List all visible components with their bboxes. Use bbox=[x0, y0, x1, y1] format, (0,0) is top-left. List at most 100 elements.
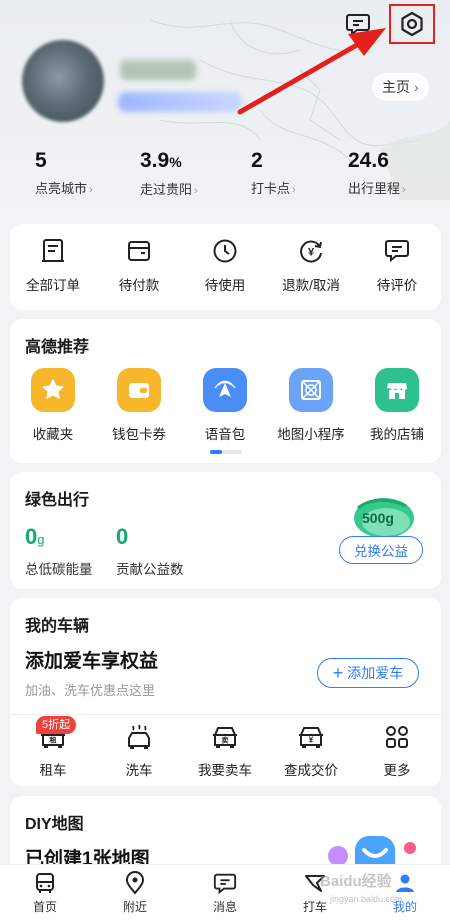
stat-value: 2 bbox=[251, 149, 263, 172]
energy-label: 总低碳能量 bbox=[25, 562, 93, 577]
stat-mileage[interactable]: 24.6 出行里程 › bbox=[348, 148, 406, 197]
comment-icon bbox=[385, 240, 409, 263]
order-refund[interactable]: ¥ 退款/取消 bbox=[268, 238, 354, 294]
bus-home-icon bbox=[36, 873, 54, 893]
energy-number: 0 bbox=[25, 524, 38, 549]
sell-glyph: 卖 bbox=[222, 736, 229, 745]
settings-button[interactable] bbox=[389, 4, 435, 44]
chevron-right-icon: › bbox=[414, 79, 419, 95]
tab-label: 我的 bbox=[392, 900, 417, 914]
rec-voice-pack[interactable]: 语音包 bbox=[182, 368, 268, 443]
plus-icon: + bbox=[332, 663, 344, 683]
bottom-tab-bar: 首页 附近 消息 打车 我的 bbox=[0, 864, 450, 920]
stat-label: 走过贵阳 bbox=[140, 182, 193, 197]
service-car-wash[interactable]: 洗车 bbox=[96, 723, 182, 779]
tab-taxi[interactable]: 打车 bbox=[270, 871, 360, 915]
stats-row: 5 点亮城市 › 3.9% 走过贵阳 › 2 打卡点 › 24.6 出行里程 › bbox=[0, 148, 450, 200]
car-price-icon: ¥ bbox=[299, 727, 323, 748]
voice-navigation-icon bbox=[203, 368, 247, 412]
order-list-icon bbox=[42, 239, 64, 262]
service-label: 更多 bbox=[383, 763, 411, 778]
message-icon bbox=[346, 14, 370, 36]
stat-value: 5 bbox=[35, 149, 47, 172]
page-indicator bbox=[210, 450, 242, 454]
green-travel-title: 绿色出行 bbox=[25, 492, 90, 509]
service-label: 租车 bbox=[39, 763, 67, 778]
stat-city-explored[interactable]: 3.9% 走过贵阳 › bbox=[140, 148, 198, 198]
service-sell-car[interactable]: 卖 我要卖车 bbox=[182, 723, 268, 779]
page-indicator-active bbox=[210, 450, 222, 454]
energy-value: 0g bbox=[25, 524, 44, 550]
add-car-button[interactable]: + 添加爱车 bbox=[317, 658, 419, 688]
star-icon bbox=[31, 368, 75, 412]
service-label: 我要卖车 bbox=[198, 763, 252, 778]
stat-checkins[interactable]: 2 打卡点 › bbox=[251, 148, 296, 197]
service-label: 查成交价 bbox=[284, 763, 338, 778]
message-button[interactable] bbox=[340, 8, 376, 40]
price-glyph: ¥ bbox=[309, 736, 314, 745]
green-travel-card[interactable]: 绿色出行 0g 总低碳能量 0 贡献公益数 500g 兑换公益 bbox=[10, 472, 441, 589]
stat-unit: % bbox=[169, 154, 182, 170]
order-label: 待评价 bbox=[376, 278, 418, 293]
chevron-right-icon: › bbox=[292, 184, 296, 196]
exchange-charity-button[interactable]: 兑换公益 bbox=[339, 536, 423, 564]
stat-label: 出行里程 bbox=[348, 181, 401, 196]
rec-mini-programs[interactable]: 地图小程序 bbox=[268, 368, 354, 443]
grid-more-icon bbox=[386, 726, 408, 748]
clock-icon bbox=[213, 239, 237, 263]
message-icon bbox=[213, 873, 237, 895]
settings-gear-icon bbox=[401, 11, 423, 37]
wallet-card-icon bbox=[128, 241, 150, 261]
stat-lit-cities[interactable]: 5 点亮城市 › bbox=[35, 148, 93, 197]
rec-label: 钱包卡券 bbox=[112, 427, 166, 442]
rec-favorites[interactable]: 收藏夹 bbox=[10, 368, 96, 443]
tab-nearby[interactable]: 附近 bbox=[90, 871, 180, 915]
tab-home[interactable]: 首页 bbox=[0, 871, 90, 915]
recommend-card: 高德推荐 收藏夹 钱包卡券 语音包 地图小程序 我的店铺 bbox=[10, 319, 441, 463]
order-all[interactable]: 全部订单 bbox=[10, 238, 96, 294]
rec-my-shop[interactable]: 我的店铺 bbox=[354, 368, 440, 443]
taxi-flag-icon bbox=[305, 875, 325, 892]
order-to-review[interactable]: 待评价 bbox=[354, 238, 440, 294]
stat-label: 打卡点 bbox=[251, 181, 291, 196]
tab-label: 附近 bbox=[122, 900, 147, 914]
order-label: 全部订单 bbox=[26, 278, 80, 293]
mini-program-icon bbox=[289, 368, 333, 412]
tab-label: 消息 bbox=[212, 900, 237, 914]
car-wash-icon bbox=[128, 724, 150, 749]
tab-messages[interactable]: 消息 bbox=[180, 871, 270, 915]
avatar[interactable] bbox=[22, 40, 104, 122]
stat-label: 点亮城市 bbox=[35, 181, 88, 196]
location-pin-icon bbox=[125, 871, 145, 895]
rec-label: 我的店铺 bbox=[370, 427, 424, 442]
homepage-button[interactable]: 主页 › bbox=[372, 73, 429, 101]
tab-label: 打车 bbox=[302, 900, 327, 914]
stat-value: 24.6 bbox=[348, 149, 389, 172]
rec-label: 地图小程序 bbox=[277, 427, 345, 442]
order-to-use[interactable]: 待使用 bbox=[182, 238, 268, 294]
user-level-tag-blurred[interactable] bbox=[118, 92, 242, 112]
chevron-right-icon: › bbox=[402, 184, 406, 196]
chevron-right-icon: › bbox=[89, 184, 93, 196]
profile-icon bbox=[396, 874, 414, 892]
tab-label: 首页 bbox=[32, 900, 57, 914]
wallet-icon bbox=[117, 368, 161, 412]
rec-label: 语音包 bbox=[204, 427, 246, 442]
profile-header: 主页 › 5 点亮城市 › 3.9% 走过贵阳 › 2 打卡点 › 24.6 出行里程… bbox=[0, 0, 450, 215]
username-blurred bbox=[120, 60, 196, 80]
orders-card: 全部订单 待付款 待使用 ¥ 退款/取消 待评价 bbox=[10, 224, 441, 310]
tab-mine[interactable]: 我的 bbox=[360, 871, 450, 915]
refund-yen-icon: ¥ bbox=[300, 240, 322, 263]
recommend-title: 高德推荐 bbox=[25, 339, 90, 356]
diy-map-title: DIY地图 bbox=[25, 816, 84, 833]
service-more[interactable]: 更多 bbox=[354, 723, 440, 779]
order-label: 待使用 bbox=[204, 278, 246, 293]
rec-wallet[interactable]: 钱包卡券 bbox=[96, 368, 182, 443]
discount-badge: 5折起 bbox=[36, 716, 77, 734]
service-car-price[interactable]: ¥ 查成交价 bbox=[268, 723, 354, 779]
add-car-label: 添加爱车 bbox=[347, 665, 404, 681]
order-pending-payment[interactable]: 待付款 bbox=[96, 238, 182, 294]
svg-text:租: 租 bbox=[50, 736, 57, 745]
vehicle-headline: 添加爱车享权益 bbox=[25, 651, 159, 672]
charity-label: 贡献公益数 bbox=[116, 562, 184, 577]
